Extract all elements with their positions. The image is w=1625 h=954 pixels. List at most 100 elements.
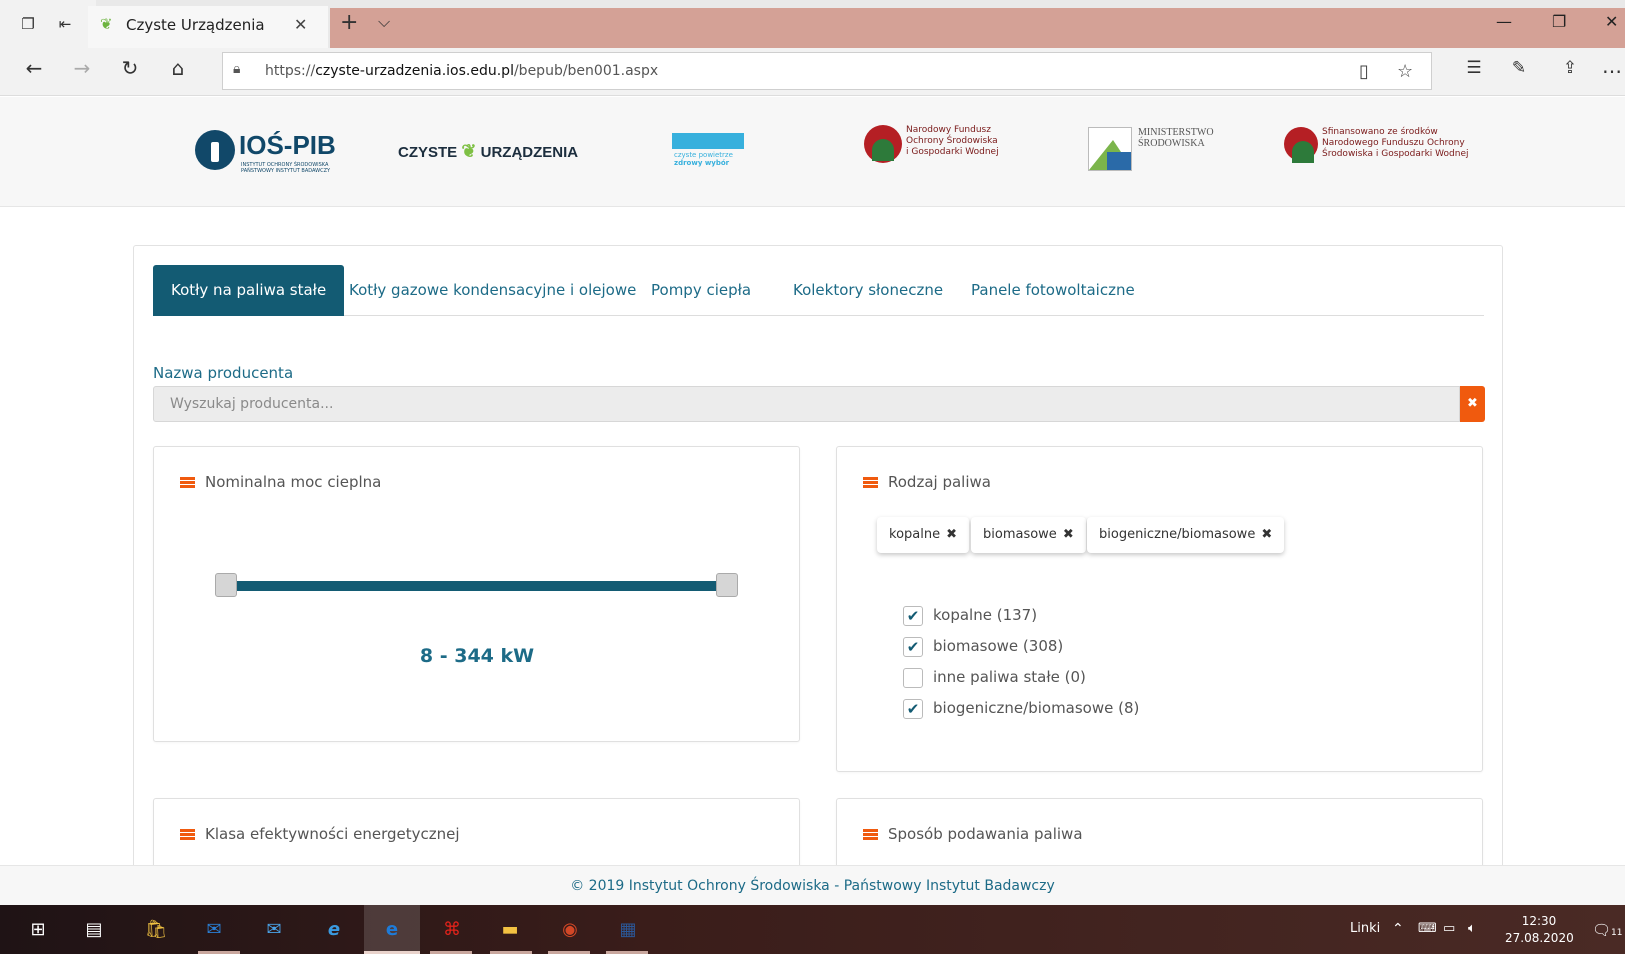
power-range-value: 8 - 344 kW	[419, 645, 535, 667]
tab-solar-collectors[interactable]: Kolektory słoneczne	[775, 265, 961, 316]
back-arrow-icon[interactable]: ←	[20, 56, 48, 80]
ms-text: MINISTERSTWO ŚRODOWISKA	[1138, 127, 1214, 149]
notifications-icon[interactable]: 🗨︎11	[1592, 921, 1623, 939]
chip-remove-icon[interactable]: ✖	[1063, 527, 1074, 542]
store-icon[interactable]: 🛍︎	[142, 917, 170, 943]
favorite-star-icon[interactable]: ☆	[1397, 61, 1413, 82]
title-bar-left	[0, 0, 96, 48]
efficiency-panel-title: Klasa efektywności energetycznej	[180, 825, 460, 843]
network-icon[interactable]: ⌨	[1418, 921, 1437, 936]
restore-icon[interactable]: ❐	[1552, 12, 1566, 31]
browser-title-bar: ❐ ⇤ ❦ Czyste Urządzenia ✕ + ⌵ — ❐ ✕	[0, 0, 1625, 48]
czyste-urzadzenia-logo[interactable]: CZYSTE ❦ URZĄDZENIA	[398, 141, 578, 162]
category-tabs: Kotły na paliwa stałe Kotły gazowe konde…	[153, 265, 1484, 316]
chip-biomasowe[interactable]: biomasowe ✖	[971, 517, 1086, 553]
chip-remove-icon[interactable]: ✖	[1261, 527, 1272, 542]
browser-tab[interactable]: ❦ Czyste Urządzenia ✕	[88, 6, 328, 48]
fuel-type-panel: Rodzaj paliwa kopalne ✖ biomasowe ✖ biogen…	[836, 446, 1483, 772]
power-slider-max-handle[interactable]	[716, 573, 738, 597]
fuel-panel-title: Rodzaj paliwa	[863, 473, 991, 491]
tab-pv-panels[interactable]: Panele fotowoltaiczne	[953, 265, 1153, 316]
edge-icon[interactable]: e	[378, 917, 406, 943]
system-clock[interactable]: 12:30 27.08.2020	[1505, 913, 1574, 947]
mail-icon[interactable]: ✉	[260, 917, 288, 943]
ios-subtitle: INSTYTUT OCHRONY ŚRODOWISKA PAŃSTWOWY IN…	[241, 162, 331, 174]
power-panel-title: Nominalna moc cieplna	[180, 473, 381, 491]
checkbox-unchecked[interactable]	[903, 668, 923, 688]
set-aside-tabs-icon[interactable]: ⇤	[55, 14, 75, 34]
tab-preview-chevron-icon[interactable]: ⌵	[378, 12, 390, 32]
tab-gas-oil-boilers[interactable]: Kotły gazowe kondensacyjne i olejowe	[331, 265, 654, 316]
cp-line1: czyste powietrze	[674, 151, 733, 159]
tree-emblem-icon	[1284, 127, 1318, 163]
pen-icon[interactable]: ✎	[1505, 58, 1533, 78]
tab-solid-fuel-boilers[interactable]: Kotły na paliwa stałe	[153, 265, 345, 316]
filter-card: Kotły na paliwa stałe Kotły gazowe konde…	[133, 245, 1503, 898]
close-window-icon[interactable]: ✕	[1605, 12, 1618, 31]
task-view-icon[interactable]: ▤	[80, 917, 108, 943]
power-panel: Nominalna moc cieplna 8 - 344 kW	[153, 446, 800, 742]
tab-heat-pumps[interactable]: Pompy ciepła	[633, 265, 769, 316]
more-icon[interactable]: …	[1598, 54, 1625, 78]
logo-word-urzadzenia: URZĄDZENIA	[480, 144, 579, 161]
acrobat-icon[interactable]: ⌘	[438, 917, 466, 943]
czyste-powietrze-logo[interactable]: czyste powietrze zdrowy wybór	[672, 125, 744, 169]
power-slider-track[interactable]	[226, 581, 726, 591]
display-icon[interactable]: ▭	[1443, 921, 1455, 936]
ios-emblem-icon	[195, 130, 235, 170]
forward-arrow-icon[interactable]: →	[68, 56, 96, 80]
clear-search-button[interactable]: ✖	[1460, 386, 1485, 422]
home-icon[interactable]: ⌂	[164, 56, 192, 80]
ie-icon[interactable]: e	[320, 917, 348, 943]
tab-title: Czyste Urządzenia	[126, 16, 265, 34]
share-icon[interactable]: ⇪	[1556, 58, 1584, 78]
list-icon	[180, 829, 195, 840]
producer-label: Nazwa producenta	[153, 364, 294, 382]
tree-emblem-icon	[864, 125, 902, 163]
chip-biogeniczne[interactable]: biogeniczne/biomasowe ✖	[1087, 517, 1285, 553]
tab-strip	[330, 8, 1625, 48]
logo-word-czyste: CZYSTE	[398, 144, 458, 161]
word-icon[interactable]: ▦	[614, 917, 642, 943]
nfosigw-logo[interactable]: Narodowy Fundusz Ochrony Środowiska i Go…	[864, 125, 1024, 171]
volume-icon[interactable]: 🔈︎	[1468, 921, 1476, 936]
new-tab-icon[interactable]: +	[340, 10, 358, 35]
address-bar: ← → ↻ ⌂ 🔒︎ https://czyste-urzadzenia.ios…	[0, 48, 1625, 96]
chip-remove-icon[interactable]: ✖	[946, 527, 957, 542]
windows-start-icon[interactable]: ⊞	[24, 917, 52, 943]
cp-line2: zdrowy wybór	[674, 159, 730, 167]
links-toolbar-label[interactable]: Linki	[1350, 921, 1380, 936]
reading-view-icon[interactable]: ▯	[1359, 61, 1369, 82]
favorites-hub-icon[interactable]: ☰	[1460, 58, 1488, 78]
copyright-text: © 2019 Instytut Ochrony Środowiska - Pań…	[570, 878, 1055, 894]
windows-taskbar: ⊞ ▤ 🛍︎ ✉ ✉ e e ⌘ ▬ ◉ ▦ Linki ⌃ ⌨ ▭ 🔈︎ 12…	[0, 905, 1625, 954]
producer-search-input[interactable]: Wyszukaj producenta...	[153, 386, 1460, 422]
sf-text: Sfinansowano ze środków Narodowego Fundu…	[1322, 127, 1469, 159]
house-icon	[672, 133, 744, 149]
ministerstwo-logo[interactable]: MINISTERSTWO ŚRODOWISKA	[1088, 127, 1228, 173]
refresh-icon[interactable]: ↻	[116, 56, 144, 80]
sfinansowano-logo[interactable]: Sfinansowano ze środków Narodowego Fundu…	[1284, 127, 1474, 173]
outlook-icon[interactable]: ✉	[200, 917, 228, 943]
tab-sets-icon[interactable]: ❐	[18, 14, 38, 34]
tab-close-icon[interactable]: ✕	[294, 15, 307, 34]
powerpoint-icon[interactable]: ◉	[556, 917, 584, 943]
mountain-emblem-icon	[1088, 127, 1132, 171]
checkbox-checked[interactable]: ✔	[903, 699, 923, 719]
tray-chevron-icon[interactable]: ⌃	[1392, 921, 1404, 937]
notification-count: 11	[1611, 928, 1623, 938]
leaf-favicon-icon: ❦	[100, 15, 113, 33]
ios-pib-logo[interactable]: IOŚ-PIB INSTYTUT OCHRONY ŚRODOWISKA PAŃS…	[195, 130, 336, 174]
partner-logos: IOŚ-PIB INSTYTUT OCHRONY ŚRODOWISKA PAŃS…	[0, 97, 1625, 207]
list-icon	[863, 477, 878, 488]
power-slider-min-handle[interactable]	[215, 573, 237, 597]
url-field[interactable]: 🔒︎ https://czyste-urzadzenia.ios.edu.pl/…	[222, 52, 1432, 90]
feed-panel-title: Sposób podawania paliwa	[863, 825, 1083, 843]
minimize-icon[interactable]: —	[1496, 12, 1512, 31]
checkbox-checked[interactable]: ✔	[903, 606, 923, 626]
checkbox-checked[interactable]: ✔	[903, 637, 923, 657]
file-explorer-icon[interactable]: ▬	[496, 917, 524, 943]
list-icon	[180, 477, 195, 488]
clock-time: 12:30	[1521, 914, 1557, 928]
chip-kopalne[interactable]: kopalne ✖	[877, 517, 969, 553]
